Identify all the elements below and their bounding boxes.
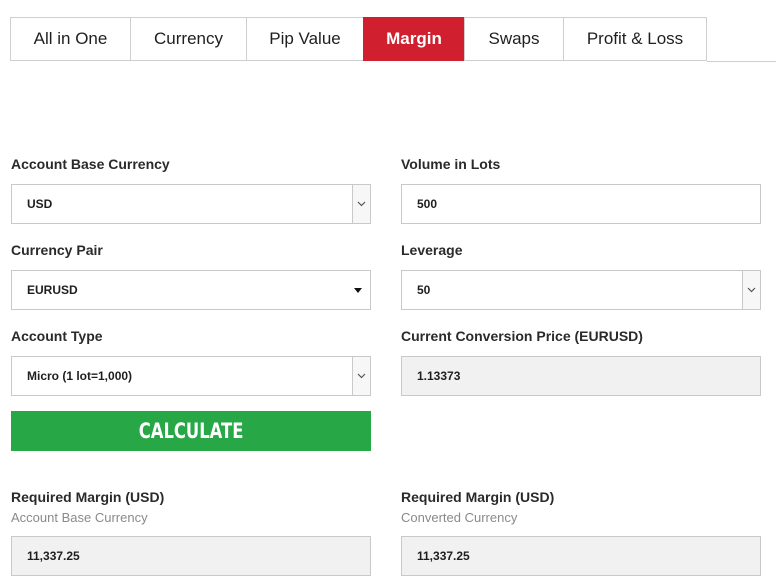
required-margin-base-value: 11,337.25 [27, 549, 80, 563]
required-margin-converted-sublabel: Converted Currency [401, 510, 518, 525]
calculate-label: CALCULATE [138, 419, 244, 443]
account-base-currency-select[interactable]: USD [11, 184, 371, 224]
currency-pair-label: Currency Pair [11, 242, 103, 258]
chevron-down-icon[interactable] [352, 185, 370, 223]
currency-pair-value: EURUSD [27, 283, 78, 297]
required-margin-converted-value: 11,337.25 [417, 549, 470, 563]
chevron-down-icon[interactable] [742, 271, 760, 309]
caret-down-icon[interactable] [354, 288, 362, 293]
leverage-value: 50 [417, 283, 431, 297]
conversion-price-label: Current Conversion Price (EURUSD) [401, 328, 643, 344]
tab-swaps[interactable]: Swaps [464, 17, 563, 61]
account-type-value: Micro (1 lot=1,000) [27, 369, 133, 383]
tab-profit-loss[interactable]: Profit & Loss [563, 17, 707, 61]
required-margin-converted-field: 11,337.25 [401, 536, 761, 576]
required-margin-converted-label: Required Margin (USD) [401, 489, 555, 505]
tabs-divider [707, 61, 776, 62]
tab-margin[interactable]: Margin [363, 17, 464, 61]
account-base-currency-value: USD [27, 197, 53, 211]
account-type-label: Account Type [11, 328, 103, 344]
volume-in-lots-input[interactable]: 500 [401, 184, 761, 224]
required-margin-base-sublabel: Account Base Currency [11, 510, 148, 525]
volume-in-lots-label: Volume in Lots [401, 156, 501, 172]
leverage-label: Leverage [401, 242, 463, 258]
chevron-down-icon[interactable] [352, 357, 370, 395]
tab-currency[interactable]: Currency [130, 17, 246, 61]
conversion-price-value: 1.13373 [417, 369, 461, 383]
currency-pair-select[interactable]: EURUSD [11, 270, 371, 310]
account-type-select[interactable]: Micro (1 lot=1,000) [11, 356, 371, 396]
calculate-button[interactable]: CALCULATE [11, 411, 371, 451]
volume-in-lots-value: 500 [417, 197, 438, 211]
tab-all-in-one[interactable]: All in One [10, 17, 130, 61]
tab-pip-value[interactable]: Pip Value [246, 17, 363, 61]
leverage-select[interactable]: 50 [401, 270, 761, 310]
required-margin-base-field: 11,337.25 [11, 536, 371, 576]
calculator-tabs: All in One Currency Pip Value Margin Swa… [10, 17, 707, 62]
account-base-currency-label: Account Base Currency [11, 156, 170, 172]
conversion-price-field: 1.13373 [401, 356, 761, 396]
required-margin-base-label: Required Margin (USD) [11, 489, 165, 505]
